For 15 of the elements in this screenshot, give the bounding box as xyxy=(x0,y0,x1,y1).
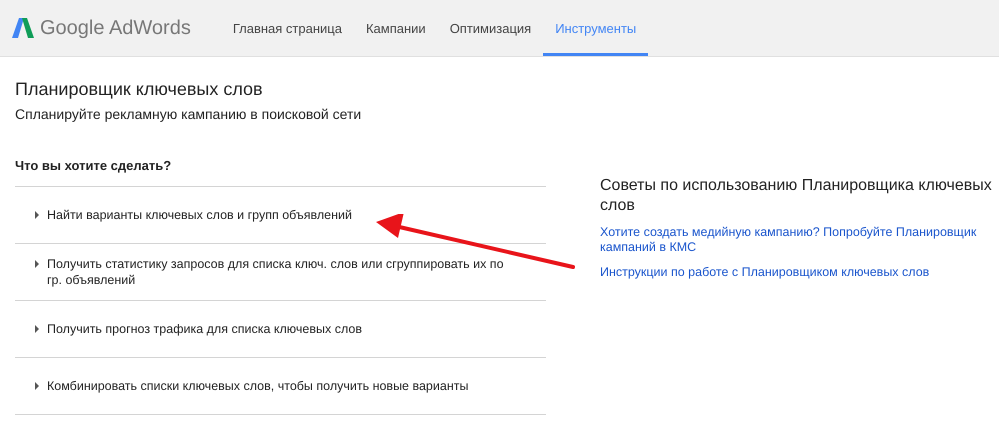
option-item[interactable]: Комбинировать списки ключевых слов, чтобы получить новые варианты xyxy=(33,378,468,394)
logo-icon xyxy=(12,17,34,39)
logo: Google AdWords xyxy=(40,16,191,40)
nav-tab[interactable]: Кампании xyxy=(354,3,438,56)
page-title: Планировщик ключевых слов xyxy=(15,79,264,100)
tips-title: Советы по использованию Планировщика ключевых слов xyxy=(600,176,993,216)
option-item[interactable]: Получить статистику запросов для списка ключ. слов или сгруппировать их по гр. объявлений xyxy=(33,256,506,288)
tip-link[interactable]: Инструкции по работе с Планировщиком ключевых слов xyxy=(600,265,995,280)
page-subtitle: Спланируйте рекламную кампанию в поисковой сети xyxy=(15,106,362,122)
section-heading: Что вы хотите сделать? xyxy=(15,158,172,173)
nav-tab[interactable]: Главная страница xyxy=(220,3,354,56)
option-item[interactable]: Найти варианты ключевых слов и групп объявлений xyxy=(33,207,352,223)
option-item[interactable]: Получить прогноз трафика для списка ключевых слов xyxy=(33,321,362,337)
tip-link[interactable]: Хотите создать медийную кампанию? Попробуйте Планировщик кампаний в КМС xyxy=(600,225,995,255)
nav-tab[interactable]: Оптимизация xyxy=(438,3,544,56)
